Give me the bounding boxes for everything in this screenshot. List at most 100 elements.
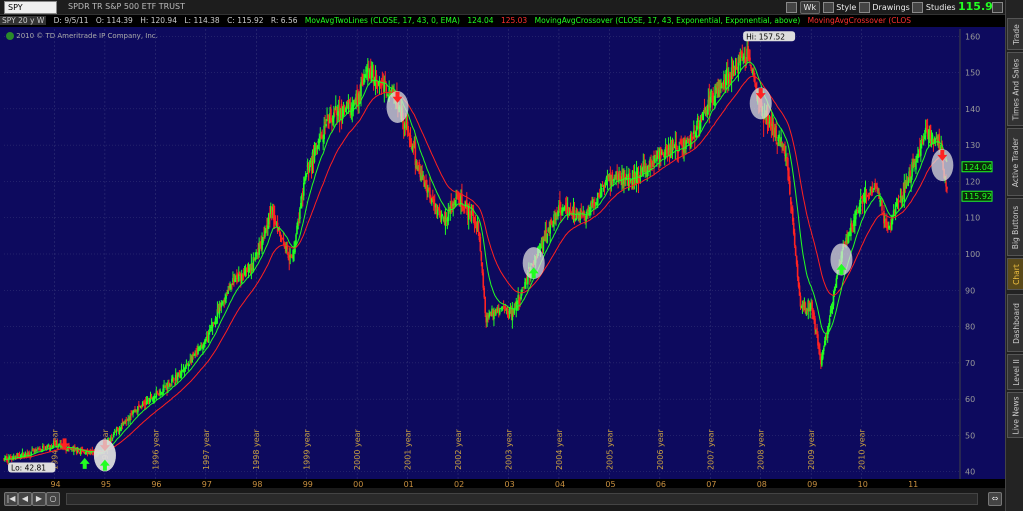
year-marker-label: 2005 year	[605, 428, 614, 469]
ma-fast-value: 124.04	[467, 16, 494, 25]
y-tick-label: 130	[965, 141, 980, 150]
x-tick-label: 05	[605, 480, 615, 488]
scroll-start-icon[interactable]: |◀	[4, 492, 18, 506]
candle-body	[915, 161, 917, 170]
candle-body	[600, 188, 603, 197]
timeframe-button[interactable]: Wk	[799, 1, 821, 14]
year-marker-label: 1997 year	[202, 428, 211, 469]
link-icon[interactable]	[786, 2, 797, 13]
bar-high: H: 120.94	[140, 16, 177, 25]
candle-body	[156, 391, 159, 393]
ma-two-lines-label[interactable]: MovAvgTwoLines (CLOSE, 17, 43, 0, EMA)	[305, 16, 460, 25]
x-tick-label: 97	[202, 480, 212, 488]
candle-body	[778, 134, 780, 139]
candle-body	[573, 206, 576, 219]
side-tabs: Trade Times And Sales Active Trader Big …	[1005, 0, 1023, 511]
candle-body	[835, 278, 838, 288]
x-tick-label: 00	[353, 480, 363, 488]
chart-title[interactable]: SPY 20 y W	[0, 16, 47, 25]
chart-toolbar: SPY SPDR TR S&P 500 ETF TRUST Wk Style D…	[0, 0, 1005, 15]
x-tick-label: 94	[50, 480, 60, 488]
time-axis: 94 95 96 97 98 99 00 01 02 03 04 05 06 07 08 09 10 11	[0, 479, 1005, 488]
year-marker-label: 1998 year	[252, 428, 261, 469]
candle-body	[881, 199, 883, 211]
candle-body	[483, 287, 486, 298]
copyright-line: 2010 © TD Ameritrade IP Company, Inc.	[6, 32, 158, 40]
chart-scrollbar[interactable]: |◀ ◀ ▶ ○ ⇔	[0, 488, 1005, 511]
hi-lo-label: Lo: 42.81	[11, 464, 46, 473]
candle-body	[814, 318, 816, 330]
candle-body	[172, 377, 175, 382]
tab-chart[interactable]: Chart	[1007, 258, 1023, 290]
style-icon[interactable]	[822, 2, 834, 13]
tab-dashboard[interactable]: Dashboard	[1007, 294, 1023, 352]
zoom-out-icon[interactable]: ◀	[18, 492, 32, 506]
symbol-description: SPDR TR S&P 500 ETF TRUST	[68, 2, 185, 11]
tab-level-ii-label: Level II	[1011, 358, 1021, 386]
candle-body	[749, 57, 751, 61]
tab-level-ii[interactable]: Level II	[1007, 354, 1023, 390]
zoom-reset-icon[interactable]: ○	[46, 492, 60, 506]
year-marker-label: 1996 year	[151, 428, 160, 469]
tab-big-buttons[interactable]: Big Buttons	[1007, 198, 1023, 256]
y-tick-label: 120	[965, 177, 980, 186]
candle-body	[546, 233, 549, 243]
tab-dashboard-label: Dashboard	[1011, 302, 1021, 344]
y-tick-label: 110	[965, 214, 980, 223]
x-tick-label: 01	[404, 480, 414, 488]
candle-body	[872, 191, 875, 193]
crossover-down-label[interactable]: MovingAvgCrossover (CLOS	[808, 16, 911, 25]
copyright-text: 2010 © TD Ameritrade IP Company, Inc.	[16, 32, 158, 40]
style-button[interactable]: Style	[836, 3, 856, 12]
candle-body	[775, 125, 778, 139]
x-tick-label: 09	[807, 480, 817, 488]
candle-body	[891, 218, 894, 221]
year-marker-label: 2007 year	[706, 428, 715, 469]
drawings-icon[interactable]	[858, 2, 870, 13]
symbol-input[interactable]: SPY	[4, 1, 57, 14]
candle-body	[799, 295, 802, 307]
menu-icon[interactable]	[992, 2, 1003, 13]
tab-live-news[interactable]: Live News	[1007, 392, 1023, 438]
tab-chart-label: Chart	[1011, 263, 1021, 285]
y-tick-label: 70	[965, 359, 975, 368]
year-marker-label: 1999 year	[303, 428, 312, 469]
tab-trade[interactable]: Trade	[1007, 18, 1023, 50]
x-tick-label: 04	[555, 480, 565, 488]
zoom-in-icon[interactable]: ▶	[32, 492, 46, 506]
drawings-button[interactable]: Drawings	[872, 3, 909, 12]
candle-body	[477, 221, 480, 232]
candle-body	[111, 437, 114, 439]
bar-open: O: 114.39	[95, 16, 133, 25]
scroll-track[interactable]	[66, 493, 978, 505]
candle-body	[735, 62, 738, 68]
year-marker-label: 2000 year	[353, 428, 362, 469]
y-tick-label: 100	[965, 250, 980, 259]
candle-body	[796, 264, 799, 278]
studies-button[interactable]: Studies	[926, 3, 956, 12]
year-marker-label: 2001 year	[404, 428, 413, 469]
tab-active-trader[interactable]: Active Trader	[1007, 128, 1023, 196]
year-marker-label: 2006 year	[656, 428, 665, 469]
candle-body	[482, 272, 485, 288]
candle-body	[302, 182, 305, 196]
x-tick-label: 98	[252, 480, 262, 488]
tab-big-buttons-label: Big Buttons	[1011, 205, 1021, 249]
y-tick-label: 160	[965, 32, 980, 41]
crossover-up-label[interactable]: MovingAvgCrossover (CLOSE, 17, 43, Expon…	[535, 16, 801, 25]
tab-live-news-label: Live News	[1011, 396, 1021, 434]
x-tick-label: 02	[454, 480, 464, 488]
price-chart[interactable]: 1994 year1995 year1996 year1997 year1998…	[0, 27, 1005, 488]
x-tick-label: 99	[303, 480, 313, 488]
expand-icon[interactable]: ⇔	[988, 492, 1002, 506]
candle-body	[385, 84, 388, 92]
year-marker-label: 2003 year	[504, 428, 513, 469]
x-tick-label: 95	[101, 480, 111, 488]
candle-body	[922, 139, 925, 142]
year-marker-label: 2009 year	[807, 428, 816, 469]
globe-icon	[6, 32, 14, 40]
candle-body	[828, 318, 831, 325]
studies-icon[interactable]	[912, 2, 924, 13]
candle-body	[859, 198, 862, 204]
tab-times-and-sales[interactable]: Times And Sales	[1007, 52, 1023, 126]
